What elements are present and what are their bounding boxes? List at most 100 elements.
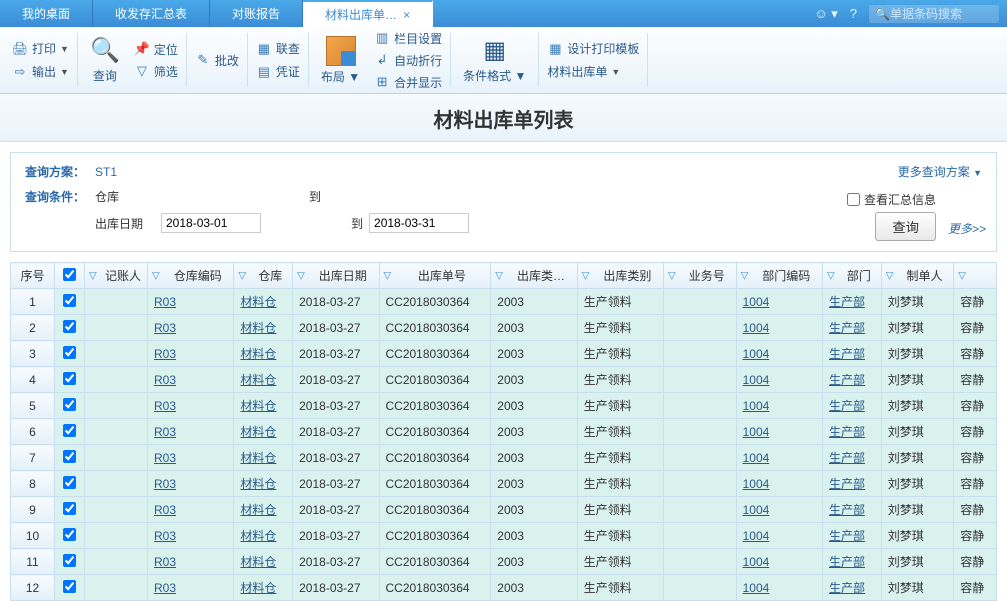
cell-dept-code[interactable]: 1004 — [736, 445, 822, 471]
dept-code-link[interactable]: 1004 — [743, 451, 770, 465]
cell-wh-code[interactable]: R03 — [148, 419, 234, 445]
cell-wh[interactable]: 材料仓 — [234, 419, 293, 445]
col-biz-no[interactable]: ▽业务号 — [664, 263, 737, 289]
help-icon[interactable]: ? — [850, 6, 857, 21]
wh-link[interactable]: 材料仓 — [240, 555, 276, 569]
cell-dept-code[interactable]: 1004 — [736, 471, 822, 497]
funnel-icon[interactable]: ▽ — [827, 270, 835, 281]
cell-dept-code[interactable]: 1004 — [736, 315, 822, 341]
table-row[interactable]: 6R03材料仓2018-03-27CC20180303642003生产领料100… — [11, 419, 997, 445]
cell-dept-code[interactable]: 1004 — [736, 523, 822, 549]
row-checkbox[interactable] — [63, 320, 76, 333]
dept-link[interactable]: 生产部 — [829, 321, 865, 335]
wh-code-link[interactable]: R03 — [154, 477, 176, 491]
cell-wh[interactable]: 材料仓 — [234, 341, 293, 367]
row-check[interactable] — [55, 471, 85, 497]
cell-dept[interactable]: 生产部 — [822, 367, 881, 393]
cell-dept-code[interactable]: 1004 — [736, 393, 822, 419]
funnel-icon[interactable]: ▽ — [886, 270, 894, 281]
col-out-no[interactable]: ▽出库单号 — [379, 263, 491, 289]
table-row[interactable]: 11R03材料仓2018-03-27CC20180303642003生产领料10… — [11, 549, 997, 575]
wh-link[interactable]: 材料仓 — [240, 477, 276, 491]
row-checkbox[interactable] — [63, 424, 76, 437]
cell-wh-code[interactable]: R03 — [148, 549, 234, 575]
cell-wh-code[interactable]: R03 — [148, 393, 234, 419]
row-checkbox[interactable] — [63, 528, 76, 541]
barcode-search-input[interactable] — [890, 7, 990, 21]
tab-invsummary[interactable]: 收发存汇总表 — [93, 0, 210, 27]
dept-link[interactable]: 生产部 — [829, 477, 865, 491]
table-row[interactable]: 3R03材料仓2018-03-27CC20180303642003生产领料100… — [11, 341, 997, 367]
locate-button[interactable]: 📌定位 — [134, 41, 178, 58]
table-row[interactable]: 4R03材料仓2018-03-27CC20180303642003生产领料100… — [11, 367, 997, 393]
cell-dept[interactable]: 生产部 — [822, 341, 881, 367]
wh-link[interactable]: 材料仓 — [240, 451, 276, 465]
merge-display-button[interactable]: ⊞合并显示 — [374, 74, 442, 91]
column-set-button[interactable]: ▥栏目设置 — [374, 30, 442, 47]
cell-dept-code[interactable]: 1004 — [736, 289, 822, 315]
dept-code-link[interactable]: 1004 — [743, 581, 770, 595]
cell-dept-code[interactable]: 1004 — [736, 549, 822, 575]
funnel-icon[interactable]: ▽ — [668, 270, 676, 281]
cell-dept[interactable]: 生产部 — [822, 471, 881, 497]
dept-link[interactable]: 生产部 — [829, 399, 865, 413]
col-out-date[interactable]: ▽出库日期 — [293, 263, 379, 289]
tab-desktop[interactable]: 我的桌面 — [0, 0, 93, 27]
col-last[interactable]: ▽ — [954, 263, 997, 289]
dept-code-link[interactable]: 1004 — [743, 503, 770, 517]
check-all[interactable] — [63, 268, 76, 281]
cell-wh[interactable]: 材料仓 — [234, 393, 293, 419]
row-check[interactable] — [55, 445, 85, 471]
tab-reconcile[interactable]: 对账报告 — [210, 0, 303, 27]
dept-code-link[interactable]: 1004 — [743, 399, 770, 413]
cell-dept-code[interactable]: 1004 — [736, 419, 822, 445]
row-checkbox[interactable] — [63, 580, 76, 593]
row-check[interactable] — [55, 393, 85, 419]
dept-code-link[interactable]: 1004 — [743, 321, 770, 335]
wh-code-link[interactable]: R03 — [154, 347, 176, 361]
cell-dept[interactable]: 生产部 — [822, 497, 881, 523]
funnel-icon[interactable]: ▽ — [495, 270, 503, 281]
wh-link[interactable]: 材料仓 — [240, 295, 276, 309]
cell-wh-code[interactable]: R03 — [148, 445, 234, 471]
dept-link[interactable]: 生产部 — [829, 503, 865, 517]
cell-dept-code[interactable]: 1004 — [736, 367, 822, 393]
cell-wh[interactable]: 材料仓 — [234, 445, 293, 471]
output-button[interactable]: ⇨输出▼ — [12, 63, 69, 80]
cell-dept[interactable]: 生产部 — [822, 393, 881, 419]
col-wh-code[interactable]: ▽仓库编码 — [148, 263, 234, 289]
col-out-kind[interactable]: ▽出库类… — [491, 263, 577, 289]
row-checkbox[interactable] — [63, 398, 76, 411]
dept-link[interactable]: 生产部 — [829, 425, 865, 439]
dept-code-link[interactable]: 1004 — [743, 347, 770, 361]
dept-link[interactable]: 生产部 — [829, 347, 865, 361]
row-checkbox[interactable] — [63, 372, 76, 385]
cell-wh-code[interactable]: R03 — [148, 289, 234, 315]
dept-code-link[interactable]: 1004 — [743, 425, 770, 439]
dept-code-link[interactable]: 1004 — [743, 295, 770, 309]
cell-dept[interactable]: 生产部 — [822, 549, 881, 575]
table-row[interactable]: 7R03材料仓2018-03-27CC20180303642003生产领料100… — [11, 445, 997, 471]
voucher-button[interactable]: ▤凭证 — [256, 63, 300, 80]
col-out-type[interactable]: ▽出库类别 — [577, 263, 663, 289]
date-to-input[interactable] — [369, 213, 469, 233]
barcode-search[interactable]: 🔍 — [869, 5, 999, 23]
cell-dept[interactable]: 生产部 — [822, 289, 881, 315]
funnel-icon[interactable]: ▽ — [238, 270, 246, 281]
cell-wh[interactable]: 材料仓 — [234, 497, 293, 523]
wh-link[interactable]: 材料仓 — [240, 503, 276, 517]
table-row[interactable]: 9R03材料仓2018-03-27CC20180303642003生产领料100… — [11, 497, 997, 523]
cell-wh-code[interactable]: R03 — [148, 497, 234, 523]
row-check[interactable] — [55, 419, 85, 445]
view-summary-checkbox[interactable]: 查看汇总信息 — [847, 191, 936, 208]
cell-dept[interactable]: 生产部 — [822, 445, 881, 471]
cell-wh-code[interactable]: R03 — [148, 367, 234, 393]
table-row[interactable]: 1R03材料仓2018-03-27CC20180303642003生产领料100… — [11, 289, 997, 315]
col-maker[interactable]: ▽制单人 — [881, 263, 954, 289]
cell-wh-code[interactable]: R03 — [148, 341, 234, 367]
wh-code-link[interactable]: R03 — [154, 503, 176, 517]
funnel-icon[interactable]: ▽ — [741, 270, 749, 281]
row-checkbox[interactable] — [63, 346, 76, 359]
dept-link[interactable]: 生产部 — [829, 373, 865, 387]
cell-wh-code[interactable]: R03 — [148, 315, 234, 341]
